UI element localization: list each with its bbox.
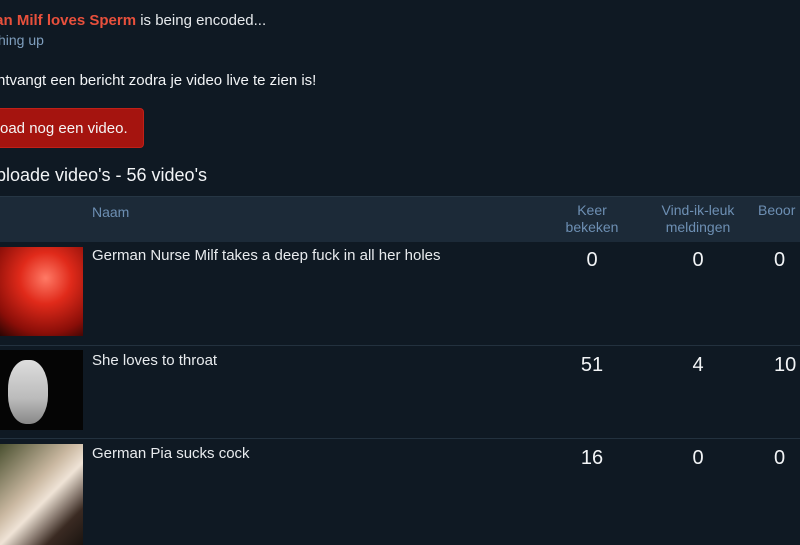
video-thumbnail[interactable] bbox=[0, 247, 83, 336]
video-name-link[interactable]: She loves to throat bbox=[92, 352, 217, 369]
table-row[interactable]: German Nurse Milf takes a deep fuck in a… bbox=[0, 241, 800, 346]
column-header-rating[interactable]: Beoor bbox=[758, 202, 795, 219]
column-header-likes-line2: meldingen bbox=[665, 219, 731, 235]
table-row[interactable]: German Pia sucks cock 16 0 0 bbox=[0, 439, 800, 545]
table-row[interactable]: She loves to throat 51 4 10 bbox=[0, 346, 800, 439]
notification-notice: ntvangt een bericht zodra je video live … bbox=[0, 72, 317, 89]
upload-another-video-button[interactable]: oad nog een video. bbox=[0, 108, 144, 148]
table-header: Naam Keer bekeken Vind-ik-leuk meldingen… bbox=[0, 196, 800, 242]
rating-value: 0 bbox=[774, 249, 786, 271]
video-thumbnail[interactable] bbox=[0, 444, 83, 545]
encoding-status-text: is being encoded... bbox=[136, 12, 267, 29]
column-header-likes-line1: Vind-ik-leuk bbox=[661, 202, 735, 218]
encoding-status: nan Milf loves Sperm is being encoded... bbox=[0, 12, 266, 29]
rating-value: 10 bbox=[774, 354, 797, 376]
encoding-video-title[interactable]: nan Milf loves Sperm bbox=[0, 12, 136, 29]
column-header-likes[interactable]: Vind-ik-leuk meldingen bbox=[648, 202, 748, 236]
video-name-link[interactable]: German Pia sucks cock bbox=[92, 445, 250, 462]
column-header-views[interactable]: Keer bekeken bbox=[552, 202, 632, 236]
column-header-views-line1: Keer bbox=[577, 202, 607, 218]
likes-count: 4 bbox=[692, 354, 704, 376]
uploaded-videos-title: ploade video's - 56 video's bbox=[0, 165, 208, 185]
likes-count: 0 bbox=[692, 447, 704, 469]
views-count: 0 bbox=[586, 249, 598, 271]
likes-count: 0 bbox=[692, 249, 704, 271]
column-header-name[interactable]: Naam bbox=[92, 204, 129, 221]
video-name-link[interactable]: German Nurse Milf takes a deep fuck in a… bbox=[92, 247, 441, 264]
rating-value: 0 bbox=[774, 447, 786, 469]
video-thumbnail[interactable] bbox=[0, 350, 83, 430]
column-header-views-line2: bekeken bbox=[565, 219, 619, 235]
thumbnail-figure bbox=[8, 360, 48, 424]
views-count: 51 bbox=[580, 354, 604, 376]
views-count: 16 bbox=[580, 447, 604, 469]
encoding-substatus: hing up bbox=[0, 32, 44, 48]
